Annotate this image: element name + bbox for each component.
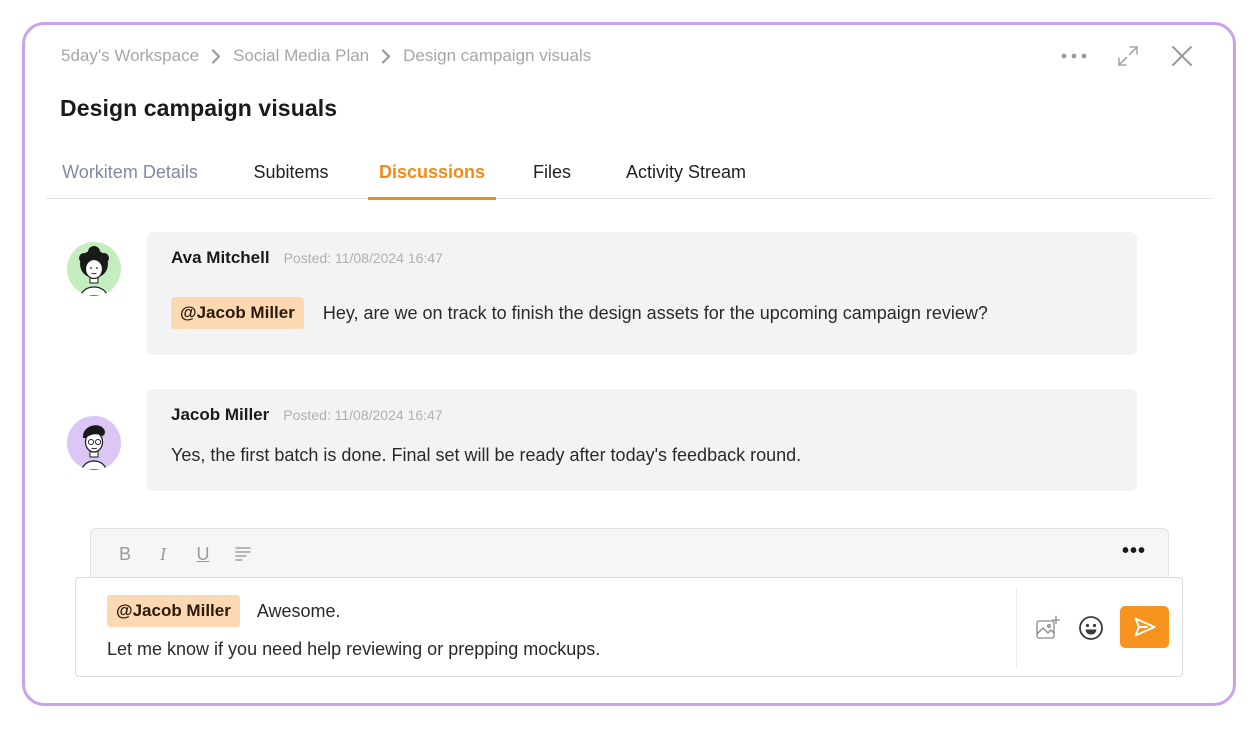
message-text: Yes, the first batch is done. Final set …	[171, 445, 802, 465]
formatting-toolbar: B I U •••	[90, 528, 1169, 578]
tab-bar: Workitem Details Subitems Discussions Fi…	[46, 159, 1212, 200]
more-horizontal-icon[interactable]	[1057, 39, 1091, 73]
message-timestamp: Posted: 11/08/2024 16:47	[283, 407, 443, 423]
mention-tag[interactable]: @Jacob Miller	[107, 595, 240, 627]
page-title: Design campaign visuals	[60, 95, 338, 121]
tab-discussions[interactable]: Discussions	[368, 159, 496, 200]
message-composer[interactable]: @Jacob Miller Awesome. Let me know if yo…	[75, 577, 1183, 677]
composer-text[interactable]: Awesome.	[257, 601, 341, 622]
bold-icon[interactable]: B	[114, 544, 136, 565]
message-card: Jacob Miller Posted: 11/08/2024 16:47 Ye…	[147, 389, 1137, 491]
chevron-right-icon	[199, 48, 233, 64]
send-icon	[1134, 617, 1155, 637]
close-icon[interactable]	[1165, 39, 1199, 73]
tab-activity-stream[interactable]: Activity Stream	[608, 159, 764, 199]
breadcrumb: 5day's Workspace Social Media Plan Desig…	[61, 45, 591, 67]
emoji-icon[interactable]	[1077, 614, 1105, 642]
italic-icon[interactable]: I	[152, 544, 174, 565]
send-button[interactable]	[1120, 606, 1169, 648]
mention-tag[interactable]: @Jacob Miller	[171, 297, 304, 329]
chevron-right-icon	[369, 48, 403, 64]
message-card: Ava Mitchell Posted: 11/08/2024 16:47 @J…	[147, 232, 1137, 355]
breadcrumb-project[interactable]: Social Media Plan	[233, 46, 369, 66]
message-timestamp: Posted: 11/08/2024 16:47	[283, 250, 443, 266]
expand-icon[interactable]	[1111, 39, 1145, 73]
tab-files[interactable]: Files	[496, 159, 608, 199]
breadcrumb-workspace[interactable]: 5day's Workspace	[61, 46, 199, 66]
window-controls	[1057, 39, 1199, 73]
message-author[interactable]: Jacob Miller	[171, 405, 269, 425]
tab-workitem-details[interactable]: Workitem Details	[46, 159, 214, 199]
avatar-jacob-miller	[67, 416, 121, 470]
avatar-ava-mitchell	[67, 242, 121, 296]
message-header: Ava Mitchell Posted: 11/08/2024 16:47	[171, 248, 443, 268]
tab-subitems[interactable]: Subitems	[214, 159, 368, 199]
composer-line: @Jacob Miller Awesome.	[107, 595, 341, 627]
underline-icon[interactable]: U	[192, 544, 214, 565]
more-icon[interactable]: •••	[1122, 540, 1146, 563]
task-detail-panel: 5day's Workspace Social Media Plan Desig…	[22, 22, 1236, 706]
message-header: Jacob Miller Posted: 11/08/2024 16:47	[171, 405, 443, 425]
composer-text[interactable]: Let me know if you need help reviewing o…	[107, 639, 600, 660]
message-author[interactable]: Ava Mitchell	[171, 248, 270, 268]
align-left-icon[interactable]	[232, 545, 254, 566]
add-image-icon[interactable]	[1034, 614, 1062, 642]
divider	[1016, 588, 1017, 668]
message-content: @Jacob Miller Hey, are we on track to fi…	[171, 297, 988, 329]
breadcrumb-current-item: Design campaign visuals	[403, 46, 592, 65]
message-text: Hey, are we on track to finish the desig…	[322, 302, 988, 323]
